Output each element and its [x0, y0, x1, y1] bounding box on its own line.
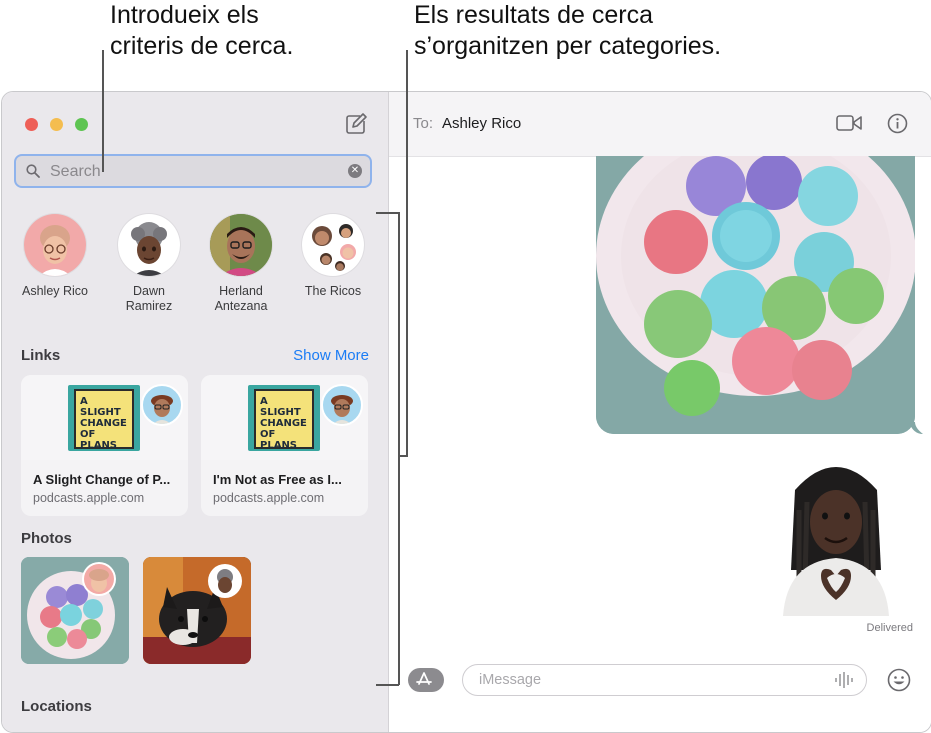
show-more-link[interactable]: Show More	[293, 347, 369, 364]
memoji-sticker[interactable]	[777, 450, 895, 616]
search-field[interactable]: ✕	[14, 154, 372, 188]
results-callout-join	[398, 455, 408, 457]
video-camera-icon[interactable]	[836, 114, 862, 132]
conversation-header: To: Ashley Rico	[389, 92, 931, 157]
link-card[interactable]: A SLIGHT CHANGE OF PLANS A Slight Change…	[21, 375, 188, 516]
waveform-icon[interactable]	[834, 671, 854, 689]
avatar	[24, 214, 86, 276]
close-window-button[interactable]	[25, 118, 38, 131]
contact-name: The Ricos	[304, 284, 362, 298]
results-callout-bracket-bottom	[376, 684, 399, 686]
results-callout-bracket	[398, 212, 400, 685]
photo-message[interactable]	[596, 156, 915, 434]
link-domain: podcasts.apple.com	[33, 491, 145, 505]
photos-section-title: Photos	[21, 530, 72, 547]
sidebar: ✕ Ashley Rico	[2, 92, 389, 732]
search-callout-line	[102, 50, 104, 172]
conversation-pane: To: Ashley Rico Delivered iMessage	[389, 92, 931, 732]
locations-section-title: Locations	[21, 698, 92, 715]
contact-name: Ashley Rico	[22, 284, 88, 298]
contact-name: Dawn Ramirez	[125, 284, 173, 313]
link-title: A Slight Change of P...	[33, 472, 171, 487]
app-store-icon	[416, 672, 432, 685]
search-icon	[26, 164, 40, 178]
sender-avatar	[321, 384, 363, 426]
zoom-window-button[interactable]	[75, 118, 88, 131]
bubble-tail	[909, 422, 923, 434]
avatar	[210, 214, 272, 276]
link-thumbnail: A SLIGHT CHANGE OF PLANS	[201, 375, 368, 460]
search-callout-text: Introdueix els criteris de cerca.	[110, 1, 294, 60]
results-callout-bracket-top	[376, 212, 399, 214]
podcast-artwork: A SLIGHT CHANGE OF PLANS	[74, 389, 134, 451]
link-card[interactable]: A SLIGHT CHANGE OF PLANS I'm Not as Free…	[201, 375, 368, 516]
to-label: To:	[413, 115, 434, 132]
contact-herland-antezana[interactable]: Herland Antezana	[196, 214, 286, 314]
messages-window: ✕ Ashley Rico	[1, 91, 931, 733]
avatar	[302, 214, 364, 276]
compose-button[interactable]	[344, 112, 368, 136]
link-domain: podcasts.apple.com	[213, 491, 325, 505]
clear-icon[interactable]: ✕	[348, 164, 362, 178]
results-callout-text: Els resultats de cerca s’organitzen per …	[414, 1, 722, 60]
contact-the-ricos[interactable]: The Ricos	[288, 214, 378, 299]
link-thumbnail: A SLIGHT CHANGE OF PLANS	[21, 375, 188, 460]
minimize-window-button[interactable]	[50, 118, 63, 131]
emoji-icon[interactable]	[887, 668, 911, 692]
photo-thumbnail-dog[interactable]	[143, 557, 251, 664]
recipient-name[interactable]: Ashley Rico	[442, 115, 521, 132]
links-section-title: Links	[21, 347, 61, 364]
compose-icon	[346, 113, 367, 134]
contact-dawn-ramirez[interactable]: Dawn Ramirez	[104, 214, 194, 314]
delivery-status: Delivered	[866, 622, 913, 634]
results-callout-stem	[406, 50, 408, 456]
link-title: I'm Not as Free as I...	[213, 472, 342, 487]
avatar	[118, 214, 180, 276]
photo-thumbnail-macarons[interactable]	[21, 557, 129, 664]
info-icon[interactable]	[887, 113, 908, 134]
contact-ashley-rico[interactable]: Ashley Rico	[10, 214, 100, 299]
message-field[interactable]	[462, 664, 867, 696]
podcast-artwork: A SLIGHT CHANGE OF PLANS	[254, 389, 314, 451]
apps-button[interactable]	[408, 668, 444, 692]
contact-name: Herland Antezana	[214, 284, 268, 313]
sender-avatar	[141, 384, 183, 426]
message-input[interactable]	[477, 671, 821, 689]
search-input[interactable]	[48, 160, 342, 184]
